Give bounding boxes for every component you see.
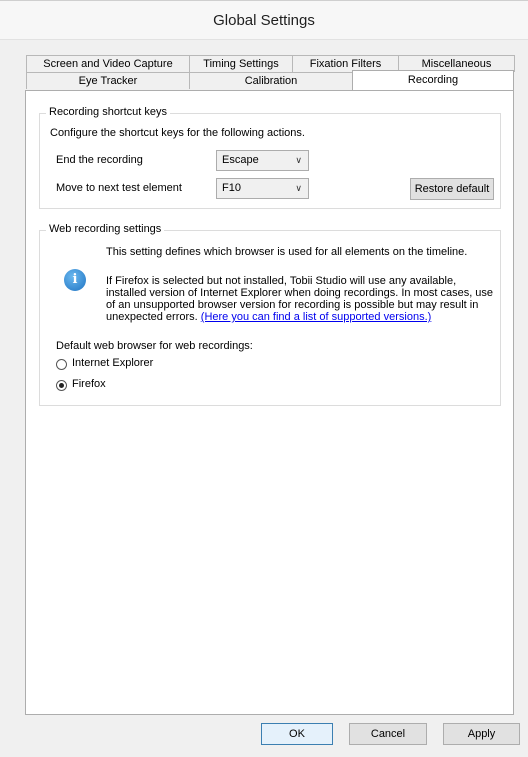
restore-default-button[interactable]: Restore default bbox=[410, 178, 494, 200]
window-title: Global Settings bbox=[0, 0, 528, 40]
recording-shortcut-keys-title: Recording shortcut keys bbox=[46, 106, 170, 118]
ok-button[interactable]: OK bbox=[261, 723, 333, 745]
shortcut-description: Configure the shortcut keys for the foll… bbox=[50, 127, 305, 139]
tab-screen-video-capture[interactable]: Screen and Video Capture bbox=[26, 55, 190, 72]
tab-eye-tracker[interactable]: Eye Tracker bbox=[26, 72, 190, 89]
global-settings-window: Global Settings Screen and Video Capture… bbox=[0, 0, 528, 757]
web-recording-settings-title: Web recording settings bbox=[46, 223, 165, 235]
next-element-value: F10 bbox=[222, 182, 241, 194]
radio-firefox-label[interactable]: Firefox bbox=[72, 378, 106, 390]
supported-versions-link[interactable]: (Here you can find a list of supported v… bbox=[201, 311, 432, 323]
next-element-dropdown[interactable]: F10 ∨ bbox=[216, 178, 309, 199]
tab-calibration[interactable]: Calibration bbox=[189, 72, 353, 89]
radio-firefox[interactable] bbox=[56, 380, 67, 391]
tab-row-bottom: Eye Tracker Calibration Recording bbox=[26, 70, 514, 90]
cancel-button[interactable]: Cancel bbox=[349, 723, 427, 745]
recording-tab-panel: Recording shortcut keys Configure the sh… bbox=[25, 90, 514, 715]
chevron-down-icon: ∨ bbox=[295, 155, 302, 165]
info-icon: i bbox=[64, 269, 86, 291]
browser-label: Default web browser for web recordings: bbox=[56, 340, 253, 352]
tab-recording[interactable]: Recording bbox=[352, 70, 514, 90]
radio-internet-explorer-label[interactable]: Internet Explorer bbox=[72, 357, 153, 369]
end-recording-dropdown[interactable]: Escape ∨ bbox=[216, 150, 309, 171]
end-recording-label: End the recording bbox=[56, 154, 143, 166]
web-recording-settings-group: Web recording settings i This setting de… bbox=[39, 223, 501, 406]
recording-shortcut-keys-group: Recording shortcut keys Configure the sh… bbox=[39, 106, 501, 209]
end-recording-value: Escape bbox=[222, 154, 259, 166]
info-line-1: This setting defines which browser is us… bbox=[106, 246, 468, 258]
apply-button[interactable]: Apply bbox=[443, 723, 520, 745]
chevron-down-icon: ∨ bbox=[295, 183, 302, 193]
tab-timing-settings[interactable]: Timing Settings bbox=[189, 55, 293, 72]
info-paragraph: If Firefox is selected but not installed… bbox=[106, 275, 496, 323]
radio-internet-explorer[interactable] bbox=[56, 359, 67, 370]
next-element-label: Move to next test element bbox=[56, 182, 182, 194]
